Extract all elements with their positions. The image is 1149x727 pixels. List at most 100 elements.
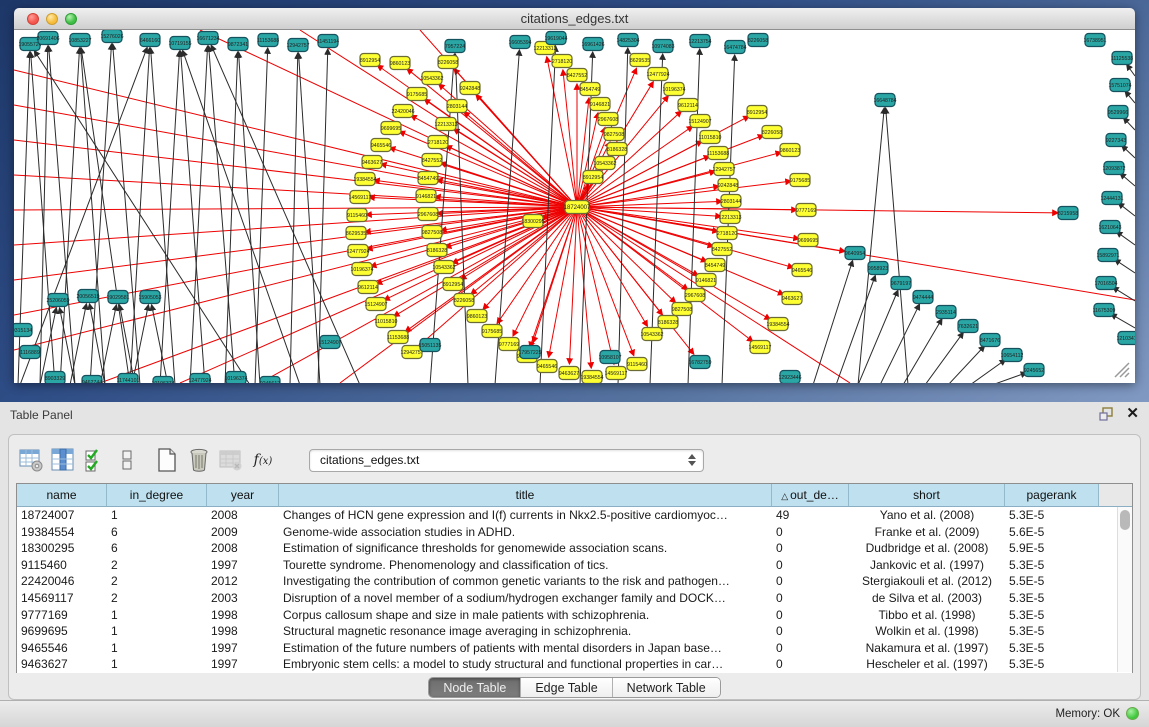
cell-out_de[interactable]: 0 [772,540,849,557]
cell-in_degree[interactable]: 6 [107,540,207,557]
cell-short[interactable]: Stergiakouli et al. (2012) [849,573,1005,590]
table-row[interactable]: 2242004622012Investigating the contribut… [17,573,1132,590]
cell-name[interactable]: 19384554 [17,524,107,541]
cell-pagerank[interactable]: 5.5E-5 [1005,573,1099,590]
cell-year[interactable]: 2003 [207,590,279,607]
cell-pagerank[interactable]: 5.3E-5 [1005,607,1099,624]
column-header-short[interactable]: short [849,484,1005,506]
row-height-button[interactable] [113,446,141,474]
column-header-name[interactable]: name [17,484,107,506]
cell-name[interactable]: 18724007 [17,507,107,524]
cell-name[interactable]: 9465546 [17,640,107,657]
cell-pagerank[interactable]: 5.6E-5 [1005,524,1099,541]
cell-pagerank[interactable]: 5.9E-5 [1005,540,1099,557]
function-builder-button[interactable]: f(x) [249,446,277,474]
cell-short[interactable]: Franke et al. (2009) [849,524,1005,541]
column-select-button[interactable] [49,446,77,474]
cell-in_degree[interactable]: 2 [107,573,207,590]
cell-short[interactable]: Tibbo et al. (1998) [849,607,1005,624]
resize-grip-icon[interactable] [1111,359,1131,379]
table-row[interactable]: 1872400712008Changes of HCN gene express… [17,507,1132,524]
column-header-pagerank[interactable]: pagerank [1005,484,1099,506]
select-checks-button[interactable] [81,446,109,474]
cell-out_de[interactable]: 49 [772,507,849,524]
table-row[interactable]: 1830029562008Estimation of significance … [17,540,1132,557]
cell-title[interactable]: Estimation of the future numbers of pati… [279,640,772,657]
cell-short[interactable]: Wolkin et al. (1998) [849,623,1005,640]
cell-title[interactable]: Corpus callosum shape and size in male p… [279,607,772,624]
memory-status-icon[interactable] [1126,707,1139,720]
cell-out_de[interactable]: 0 [772,573,849,590]
cell-in_degree[interactable]: 1 [107,623,207,640]
cell-title[interactable]: Changes of HCN gene expression and I(f) … [279,507,772,524]
cell-in_degree[interactable]: 2 [107,590,207,607]
cell-out_de[interactable]: 0 [772,607,849,624]
cell-name[interactable]: 22420046 [17,573,107,590]
table-scrollbar[interactable] [1117,507,1132,672]
cell-year[interactable]: 1997 [207,656,279,673]
table-row[interactable]: 946554611997Estimation of the future num… [17,640,1132,657]
cell-short[interactable]: Hescheler et al. (1997) [849,656,1005,673]
delete-table-button[interactable] [217,446,245,474]
cell-year[interactable]: 1998 [207,607,279,624]
cell-out_de[interactable]: 0 [772,590,849,607]
cell-in_degree[interactable]: 1 [107,656,207,673]
table-row[interactable]: 946362711997Embryonic stem cells: a mode… [17,656,1132,673]
column-header-out_de[interactable]: △out_de… [772,484,849,506]
table-row[interactable]: 969969511998Structural magnetic resonanc… [17,623,1132,640]
cell-year[interactable]: 2008 [207,507,279,524]
cell-name[interactable]: 9115460 [17,557,107,574]
cell-year[interactable]: 2008 [207,540,279,557]
cell-title[interactable]: Disruption of a novel member of a sodium… [279,590,772,607]
cell-short[interactable]: de Silva et al. (2003) [849,590,1005,607]
cell-in_degree[interactable]: 2 [107,557,207,574]
cell-title[interactable]: Structural magnetic resonance image aver… [279,623,772,640]
cell-title[interactable]: Embryonic stem cells: a model to study s… [279,656,772,673]
cell-year[interactable]: 1997 [207,640,279,657]
cell-out_de[interactable]: 0 [772,557,849,574]
network-canvas[interactable]: 1872400718300295122133132718120842755284… [14,30,1135,383]
cell-year[interactable]: 2009 [207,524,279,541]
table-row[interactable]: 1456911722003Disruption of a novel membe… [17,590,1132,607]
float-panel-button[interactable] [1099,407,1114,421]
cell-short[interactable]: Yano et al. (2008) [849,507,1005,524]
column-header-year[interactable]: year [207,484,279,506]
cell-name[interactable]: 14569117 [17,590,107,607]
table-settings-button[interactable] [17,446,45,474]
cell-in_degree[interactable]: 6 [107,524,207,541]
table-row[interactable]: 911546021997Tourette syndrome. Phenomeno… [17,557,1132,574]
table-row[interactable]: 1938455462009Genome-wide association stu… [17,524,1132,541]
cell-short[interactable]: Dudbridge et al. (2008) [849,540,1005,557]
cell-year[interactable]: 1997 [207,557,279,574]
delete-button[interactable] [185,446,213,474]
cell-pagerank[interactable]: 5.3E-5 [1005,656,1099,673]
tab-network-table[interactable]: Network Table [613,678,720,697]
cell-name[interactable]: 18300295 [17,540,107,557]
cell-title[interactable]: Tourette syndrome. Phenomenology and cla… [279,557,772,574]
cell-name[interactable]: 9777169 [17,607,107,624]
new-file-button[interactable] [153,446,181,474]
cell-in_degree[interactable]: 1 [107,640,207,657]
cell-in_degree[interactable]: 1 [107,507,207,524]
cell-short[interactable]: Jankovic et al. (1997) [849,557,1005,574]
cell-pagerank[interactable]: 5.3E-5 [1005,623,1099,640]
cell-year[interactable]: 2012 [207,573,279,590]
scrollbar-thumb[interactable] [1120,510,1130,530]
cell-pagerank[interactable]: 5.3E-5 [1005,590,1099,607]
column-header-title[interactable]: title [279,484,772,506]
cell-pagerank[interactable]: 5.3E-5 [1005,557,1099,574]
cell-name[interactable]: 9699695 [17,623,107,640]
cell-pagerank[interactable]: 5.3E-5 [1005,507,1099,524]
cell-pagerank[interactable]: 5.3E-5 [1005,640,1099,657]
column-header-in_degree[interactable]: in_degree [107,484,207,506]
cell-out_de[interactable]: 0 [772,623,849,640]
cell-year[interactable]: 1998 [207,623,279,640]
network-window[interactable]: citations_edges.txt 18724007183002951221… [14,8,1135,383]
cell-out_de[interactable]: 0 [772,656,849,673]
tab-node-table[interactable]: Node Table [429,678,521,697]
close-panel-button[interactable]: ✕ [1126,406,1139,422]
cell-title[interactable]: Genome-wide association studies in ADHD. [279,524,772,541]
cell-title[interactable]: Investigating the contribution of common… [279,573,772,590]
network-graph[interactable]: 1872400718300295122133132718120842755284… [14,30,1135,383]
cell-short[interactable]: Nakamura et al. (1997) [849,640,1005,657]
